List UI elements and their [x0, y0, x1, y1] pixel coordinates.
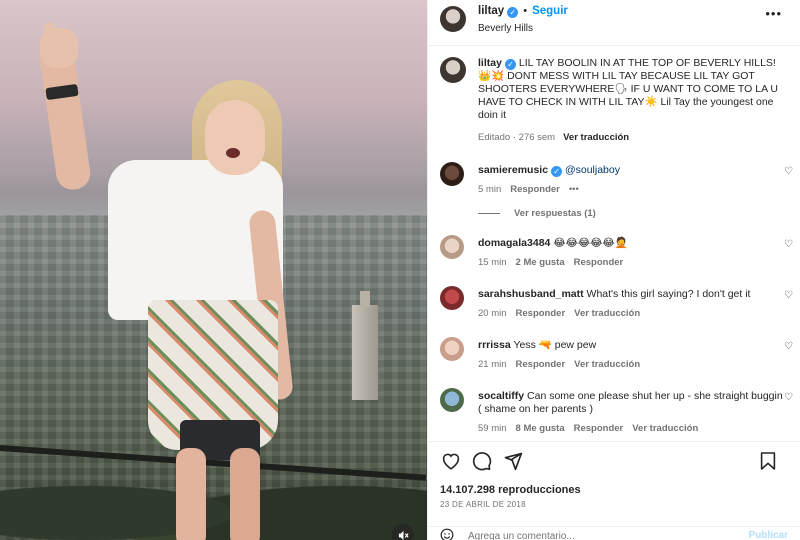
comment-body: samieremusic ✓ @souljaboy 5 min Responder •…: [478, 162, 620, 196]
comment-body: domagala3484 😂😂😂😂😂🤦 15 min 2 Me gusta Resp…: [478, 235, 632, 269]
comment-text: Yess 🔫 pew pew: [513, 339, 597, 351]
separator-dot: •: [523, 5, 528, 17]
heart-icon[interactable]: ♡: [784, 166, 793, 177]
header-username[interactable]: liltay: [478, 5, 504, 17]
heart-icon[interactable]: [440, 450, 462, 472]
post-header: liltay ✓ • Seguir Beverly Hills •••: [428, 0, 800, 46]
comment-meta: 59 min 8 Me gusta Responder Ver traducción: [478, 422, 788, 435]
likes-count[interactable]: 2 Me gusta: [516, 257, 565, 268]
verified-badge-icon: ✓: [551, 166, 563, 177]
comment-username[interactable]: sarahshusband_matt: [478, 288, 584, 300]
face: [205, 100, 265, 175]
header-text: liltay ✓ • Seguir Beverly Hills: [478, 5, 568, 34]
caption-username[interactable]: liltay: [478, 57, 502, 69]
reply-button[interactable]: Responder: [574, 257, 624, 268]
view-replies-label: Ver respuestas (1): [514, 208, 596, 219]
comment-text[interactable]: @souljaboy: [565, 164, 620, 176]
post-date[interactable]: 23 DE ABRIL DE 2018: [440, 500, 788, 509]
translate-link[interactable]: Ver traducción: [574, 359, 640, 370]
post-actions: 14.107.298 reproducciones 23 DE ABRIL DE…: [428, 441, 800, 540]
right-leg: [230, 448, 260, 540]
translate-link[interactable]: Ver traducción: [574, 308, 640, 319]
comment-time: 5 min: [478, 184, 502, 195]
bookmark-icon[interactable]: [757, 450, 779, 472]
list-item: domagala3484 😂😂😂😂😂🤦 15 min 2 Me gusta Resp…: [440, 235, 793, 269]
comment-text: Can some one please shut her up - she st…: [478, 390, 783, 415]
reply-button[interactable]: Responder: [516, 308, 566, 319]
verified-badge-icon: ✓: [504, 59, 516, 70]
follow-button[interactable]: Seguir: [532, 5, 568, 17]
comment-body: rrrissa Yess 🔫 pew pew 21 min Responder Ve…: [478, 337, 649, 371]
heart-icon[interactable]: ♡: [784, 239, 793, 250]
comment-icon[interactable]: [471, 450, 493, 472]
add-comment-bar: Publicar: [428, 526, 800, 540]
comments-scroll-area[interactable]: liltay ✓ LIL TAY BOOLIN IN AT THE TOP OF …: [428, 47, 800, 440]
caption-body: liltay ✓ LIL TAY BOOLIN IN AT THE TOP OF …: [478, 57, 788, 144]
mouth: [226, 148, 240, 158]
likes-count[interactable]: 8 Me gusta: [516, 423, 565, 434]
divider: [478, 212, 500, 214]
heart-icon[interactable]: ♡: [784, 290, 793, 301]
girl-figure: [0, 0, 427, 540]
post-caption: liltay ✓ LIL TAY BOOLIN IN AT THE TOP OF …: [440, 57, 788, 144]
caption-meta: Editado · 276 sem Ver traducción: [478, 131, 788, 144]
heart-icon[interactable]: ♡: [784, 392, 793, 403]
comment-username[interactable]: domagala3484: [478, 237, 550, 249]
comment-meta: 21 min Responder Ver traducción: [478, 358, 649, 371]
comment-meta: 20 min Responder Ver traducción: [478, 307, 750, 320]
verified-badge-icon: ✓: [507, 7, 519, 18]
comment-input[interactable]: [468, 531, 708, 540]
avatar[interactable]: [440, 337, 464, 361]
comment-text: What's this girl saying? I don't get it: [586, 288, 751, 300]
edited-time: Editado · 276 sem: [478, 132, 556, 143]
caption-text: LIL TAY BOOLIN IN AT THE TOP OF BEVERLY …: [478, 57, 778, 121]
list-item: rrrissa Yess 🔫 pew pew 21 min Responder Ve…: [440, 337, 793, 371]
heart-icon[interactable]: ♡: [784, 341, 793, 352]
view-replies-button[interactable]: Ver respuestas (1): [478, 208, 788, 219]
avatar[interactable]: [440, 286, 464, 310]
comment-username[interactable]: rrrissa: [478, 339, 511, 351]
location-link[interactable]: Beverly Hills: [478, 23, 568, 34]
translate-link[interactable]: Ver traducción: [632, 423, 698, 434]
share-icon[interactable]: [502, 450, 524, 472]
avatar[interactable]: [440, 6, 466, 32]
comment-meta: 5 min Responder •••: [478, 183, 620, 196]
comment-text: 😂😂😂😂😂🤦: [553, 237, 628, 249]
avatar[interactable]: [440, 388, 464, 412]
action-icons: [440, 442, 788, 480]
comment-username[interactable]: socaltiffy: [478, 390, 524, 402]
comment-options-icon[interactable]: •••: [569, 184, 579, 195]
muted-speaker-icon[interactable]: [392, 524, 414, 540]
reply-button[interactable]: Responder: [516, 359, 566, 370]
instagram-post-view: liltay ✓ • Seguir Beverly Hills ••• liltay ✓…: [0, 0, 800, 540]
avatar[interactable]: [440, 57, 466, 83]
view-count[interactable]: 14.107.298 reproducciones: [440, 484, 788, 496]
comment-time: 59 min: [478, 423, 507, 434]
comment-time: 15 min: [478, 257, 507, 268]
avatar[interactable]: [440, 235, 464, 259]
reply-button[interactable]: Responder: [510, 184, 560, 195]
avatar[interactable]: [440, 162, 464, 186]
comment-time: 20 min: [478, 308, 507, 319]
comment-body: socaltiffy Can some one please shut her …: [478, 388, 788, 435]
translate-link[interactable]: Ver traducción: [563, 132, 629, 143]
comment-time: 21 min: [478, 359, 507, 370]
post-side-panel: liltay ✓ • Seguir Beverly Hills ••• liltay ✓…: [427, 0, 800, 540]
more-options-icon[interactable]: •••: [765, 6, 782, 21]
comment-username[interactable]: samieremusic: [478, 164, 548, 176]
left-leg: [176, 448, 206, 540]
list-item: sarahshusband_matt What's this girl sayi…: [440, 286, 793, 320]
comment-meta: 15 min 2 Me gusta Responder: [478, 256, 632, 269]
publish-button[interactable]: Publicar: [749, 530, 788, 540]
list-item: samieremusic ✓ @souljaboy 5 min Responder •…: [440, 162, 793, 196]
post-video[interactable]: [0, 0, 427, 540]
reply-button[interactable]: Responder: [574, 423, 624, 434]
list-item: socaltiffy Can some one please shut her …: [440, 388, 793, 435]
emoji-icon[interactable]: [440, 528, 454, 540]
comment-body: sarahshusband_matt What's this girl sayi…: [478, 286, 750, 320]
